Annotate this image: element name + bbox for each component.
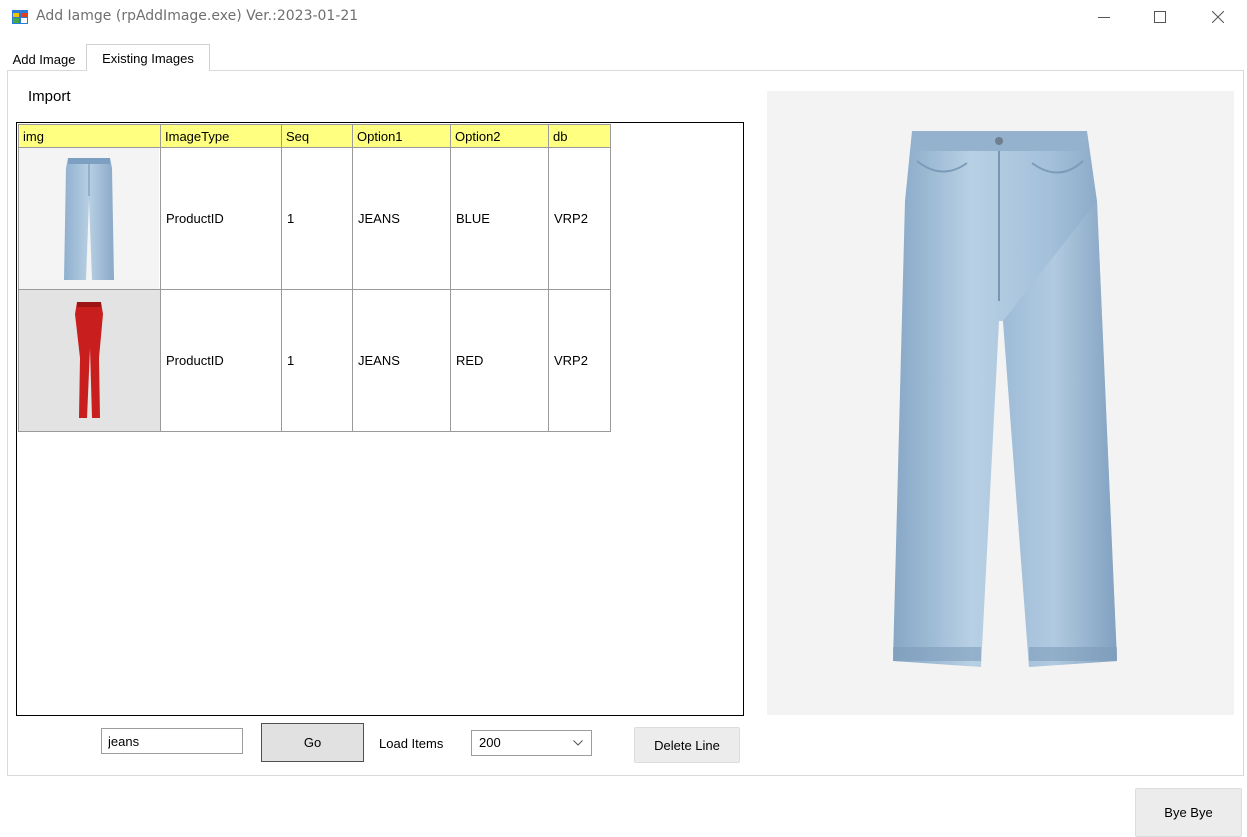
row-seq-cell[interactable]: 1 [281, 147, 353, 290]
row-option2-cell[interactable]: BLUE [450, 147, 549, 290]
table-row[interactable]: ProductID 1 JEANS RED VRP2 [18, 289, 611, 432]
import-label: Import [28, 88, 71, 105]
blue-jeans-thumbnail [19, 148, 159, 289]
column-header-imagetype[interactable]: ImageType [160, 124, 282, 148]
load-items-value: 200 [479, 735, 501, 750]
image-table: img ImageType Seq Option1 Option2 db Pro… [18, 124, 611, 432]
row-option2-cell[interactable]: RED [450, 289, 549, 432]
row-imagetype-cell[interactable]: ProductID [160, 289, 282, 432]
table-row[interactable]: ProductID 1 JEANS BLUE VRP2 [18, 147, 611, 290]
window-title: Add Iamge (rpAddImage.exe) Ver.:2023-01-… [36, 8, 359, 24]
row-image-cell[interactable] [18, 147, 161, 290]
image-preview [767, 91, 1234, 715]
row-imagetype-cell[interactable]: ProductID [160, 147, 282, 290]
close-button[interactable] [1195, 0, 1241, 34]
minimize-button[interactable] [1081, 0, 1127, 34]
column-header-option1[interactable]: Option1 [352, 124, 451, 148]
maximize-button[interactable] [1137, 0, 1183, 34]
load-items-select[interactable]: 200 [471, 730, 592, 756]
row-seq-cell[interactable]: 1 [281, 289, 353, 432]
row-option1-cell[interactable]: JEANS [352, 289, 451, 432]
title-bar: Add Iamge (rpAddImage.exe) Ver.:2023-01-… [0, 0, 1247, 34]
go-button[interactable]: Go [261, 723, 364, 762]
minimize-icon [1098, 17, 1110, 18]
close-icon [1212, 11, 1224, 23]
load-items-label: Load Items [379, 736, 444, 751]
column-header-db[interactable]: db [548, 124, 611, 148]
blue-jeans-preview [893, 131, 1117, 667]
column-header-seq[interactable]: Seq [281, 124, 353, 148]
column-header-img[interactable]: img [18, 124, 161, 148]
column-header-option2[interactable]: Option2 [450, 124, 549, 148]
search-input[interactable] [101, 728, 243, 754]
delete-line-button[interactable]: Delete Line [634, 727, 740, 763]
app-window-icon [12, 10, 28, 24]
grid-header-row: img ImageType Seq Option1 Option2 db [18, 124, 611, 148]
tab-strip: Add Image Existing Images [0, 44, 1247, 71]
row-db-cell[interactable]: VRP2 [548, 289, 611, 432]
row-option1-cell[interactable]: JEANS [352, 147, 451, 290]
row-db-cell[interactable]: VRP2 [548, 147, 611, 290]
chevron-down-icon [573, 740, 583, 746]
maximize-icon [1154, 11, 1166, 23]
tab-add-image[interactable]: Add Image [4, 49, 84, 70]
row-image-cell[interactable] [18, 289, 161, 432]
red-jeans-thumbnail [19, 290, 159, 431]
image-grid[interactable]: img ImageType Seq Option1 Option2 db Pro… [16, 122, 744, 716]
bye-bye-button[interactable]: Bye Bye [1135, 788, 1242, 837]
tab-existing-images[interactable]: Existing Images [86, 44, 210, 71]
